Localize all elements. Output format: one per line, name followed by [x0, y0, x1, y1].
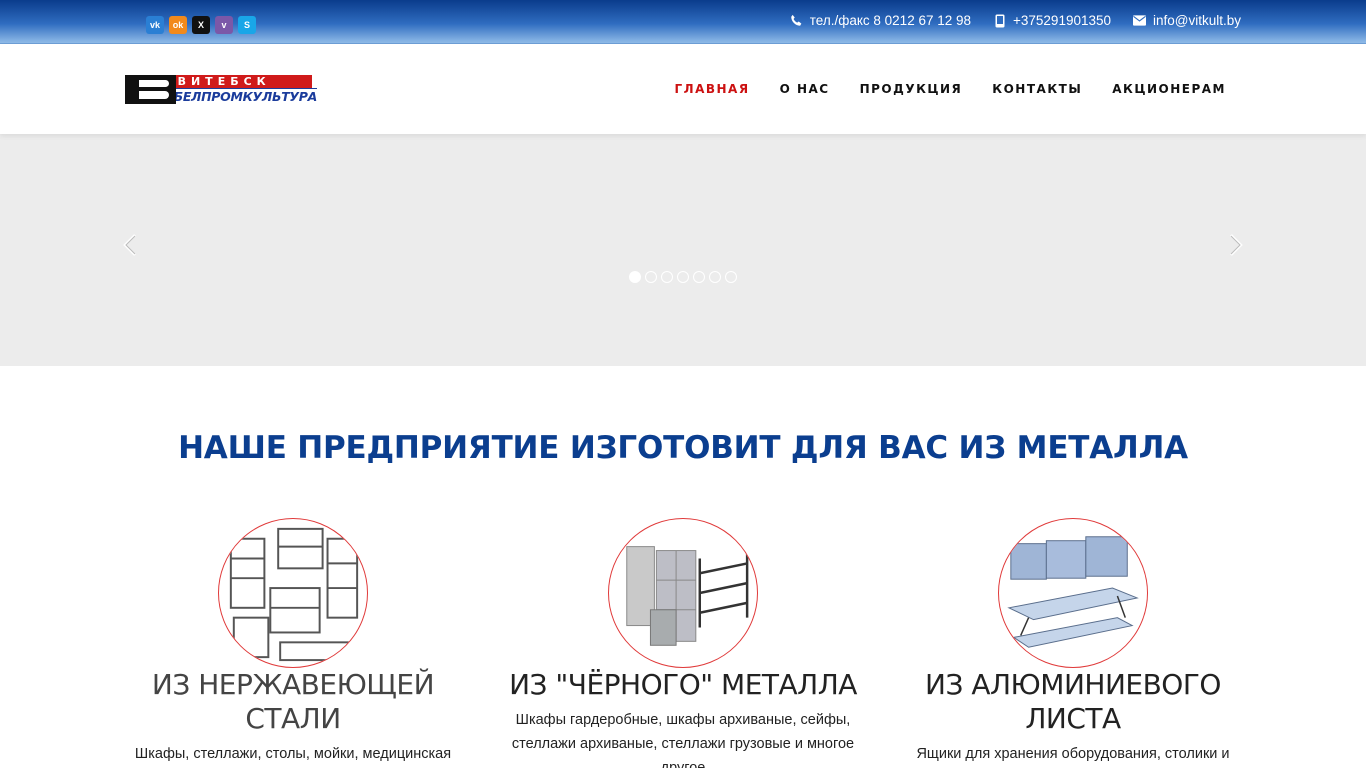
logo-text: ВИТЕБСК БЕЛПРОМКУЛЬТУРА — [173, 75, 317, 104]
aluminum-products-image[interactable] — [998, 518, 1148, 668]
nav-item-shareholders[interactable]: АКЦИОНЕРАМ — [1112, 82, 1226, 96]
mobile-text: +375291901350 — [1013, 13, 1111, 28]
slider-dot-6[interactable] — [709, 271, 721, 283]
hero-slider — [0, 134, 1366, 366]
x-twitter-icon[interactable]: X — [192, 16, 210, 34]
logo-company: БЕЛПРОМКУЛЬТУРА — [173, 88, 317, 104]
stainless-products-image[interactable] — [218, 518, 368, 668]
mobile-contact[interactable]: +375291901350 — [993, 13, 1111, 28]
slider-next-arrow-icon[interactable] — [1228, 232, 1244, 258]
skype-icon[interactable]: S — [238, 16, 256, 34]
site-logo[interactable]: ВИТЕБСК БЕЛПРОМКУЛЬТУРА — [125, 75, 317, 104]
slider-dot-3[interactable] — [661, 271, 673, 283]
slider-prev-arrow-icon[interactable] — [122, 232, 138, 258]
page-headline: НАШЕ ПРЕДПРИЯТИЕ ИЗГОТОВИТ ДЛЯ ВАС ИЗ МЕ… — [178, 430, 1188, 466]
black-metal-products-image[interactable] — [608, 518, 758, 668]
product-column-aluminum: ИЗ АЛЮМИНИЕВОГО ЛИСТА Ящики для хранения… — [893, 518, 1253, 766]
top-bar: vk ok X v S тел./факс 8 0212 67 12 98 +3… — [0, 0, 1366, 44]
social-links: vk ok X v S — [146, 16, 256, 34]
contact-info: тел./факс 8 0212 67 12 98 +375291901350 … — [790, 13, 1241, 28]
column-text: Шкафы гардеробные, шкафы архиваные, сейф… — [511, 712, 855, 768]
slider-dot-5[interactable] — [693, 271, 705, 283]
nav-item-products[interactable]: ПРОДУКЦИЯ — [860, 82, 963, 96]
mobile-phone-icon — [993, 14, 1006, 27]
slider-dot-7[interactable] — [725, 271, 737, 283]
slider-dot-2[interactable] — [645, 271, 657, 283]
main-nav: ГЛАВНАЯ О НАС ПРОДУКЦИЯ КОНТАКТЫ АКЦИОНЕ… — [674, 82, 1226, 96]
email-contact[interactable]: info@vitkult.by — [1133, 13, 1241, 28]
logo-mark-icon — [125, 75, 176, 104]
column-text: Ящики для хранения оборудования, столики… — [916, 746, 1230, 762]
slider-dot-1[interactable] — [629, 271, 641, 283]
logo-city: ВИТЕБСК — [173, 75, 312, 88]
envelope-icon — [1133, 14, 1146, 27]
email-text: info@vitkult.by — [1153, 13, 1241, 28]
slider-dot-4[interactable] — [677, 271, 689, 283]
column-text: Шкафы, стеллажи, столы, мойки, медицинск… — [134, 746, 452, 762]
column-title: ИЗ "ЧЁРНОГО" МЕТАЛЛА — [509, 668, 857, 701]
slider-dots — [629, 271, 737, 283]
product-column-black-metal: ИЗ "ЧЁРНОГО" МЕТАЛЛА Шкафы гардеробные, … — [503, 518, 863, 768]
phone-fax-contact[interactable]: тел./факс 8 0212 67 12 98 — [790, 13, 971, 28]
product-column-stainless: ИЗ НЕРЖАВЕЮЩЕЙ СТАЛИ Шкафы, стеллажи, ст… — [113, 518, 473, 766]
nav-item-contacts[interactable]: КОНТАКТЫ — [992, 82, 1082, 96]
column-title: ИЗ АЛЮМИНИЕВОГО ЛИСТА — [925, 668, 1221, 735]
phone-fax-text: тел./факс 8 0212 67 12 98 — [809, 13, 972, 28]
nav-item-home[interactable]: ГЛАВНАЯ — [674, 82, 749, 96]
odnoklassniki-icon[interactable]: ok — [169, 16, 187, 34]
nav-item-about[interactable]: О НАС — [780, 82, 830, 96]
column-title: ИЗ НЕРЖАВЕЮЩЕЙ СТАЛИ — [151, 668, 435, 735]
vk-icon[interactable]: vk — [146, 16, 164, 34]
viber-icon[interactable]: v — [215, 16, 233, 34]
site-header: ВИТЕБСК БЕЛПРОМКУЛЬТУРА ГЛАВНАЯ О НАС ПР… — [0, 44, 1366, 134]
phone-icon — [790, 14, 803, 27]
